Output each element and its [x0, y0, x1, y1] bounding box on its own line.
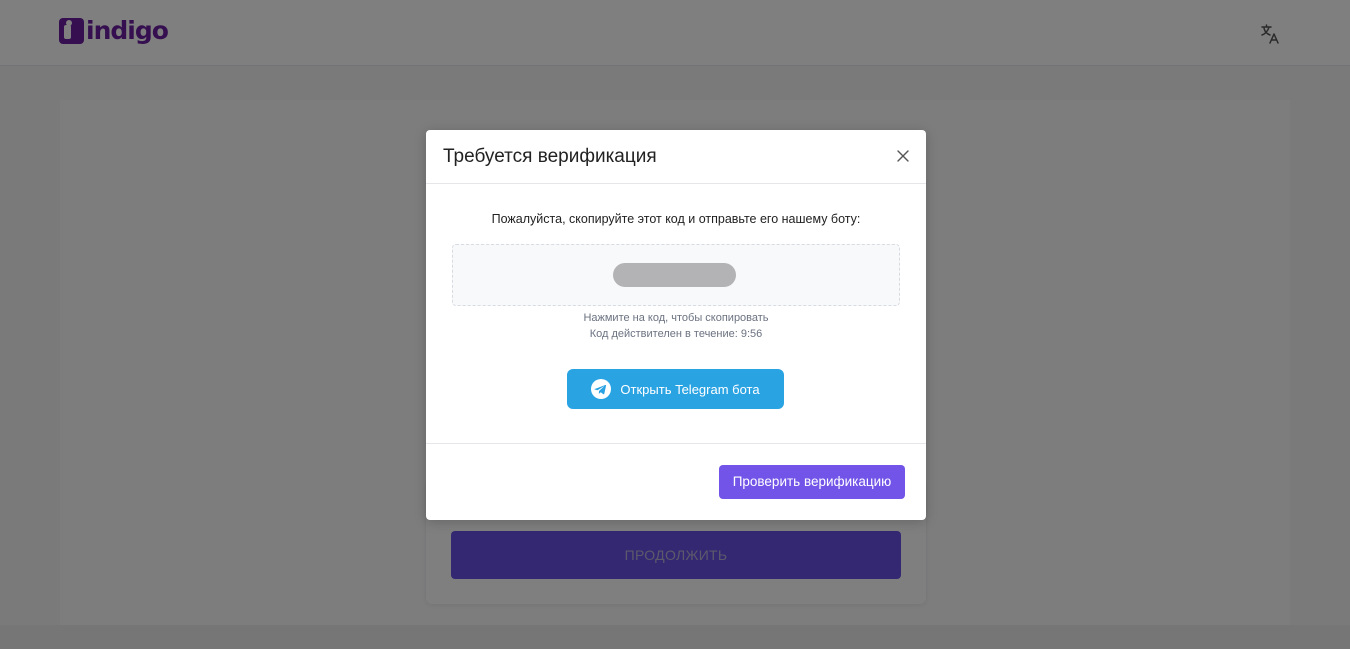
open-telegram-bot-label: Открыть Telegram бота [620, 381, 760, 397]
modal-header: Требуется верификация [426, 130, 926, 184]
modal-footer-divider [426, 443, 926, 444]
telegram-icon [591, 379, 612, 399]
instruction-text: Пожалуйста, скопируйте этот код и отправ… [491, 212, 861, 226]
code-validity-timer: Код действителен в течение: 9:56 [589, 328, 763, 340]
close-icon [897, 150, 909, 162]
verification-modal: Требуется верификация Пожалуйста, скопир… [426, 130, 926, 520]
copy-hint: Нажмите на код, чтобы скопировать [583, 312, 769, 324]
close-button[interactable] [896, 149, 910, 163]
verification-code-redacted [613, 263, 736, 287]
modal-title: Требуется верификация [443, 146, 657, 167]
check-verification-button[interactable]: Проверить верификацию [719, 465, 905, 499]
page: indigo ПРОДОЛЖИТЬ Требуется верификация … [0, 0, 1350, 649]
verification-code-box[interactable] [452, 244, 900, 306]
open-telegram-bot-button[interactable]: Открыть Telegram бота [567, 369, 784, 409]
